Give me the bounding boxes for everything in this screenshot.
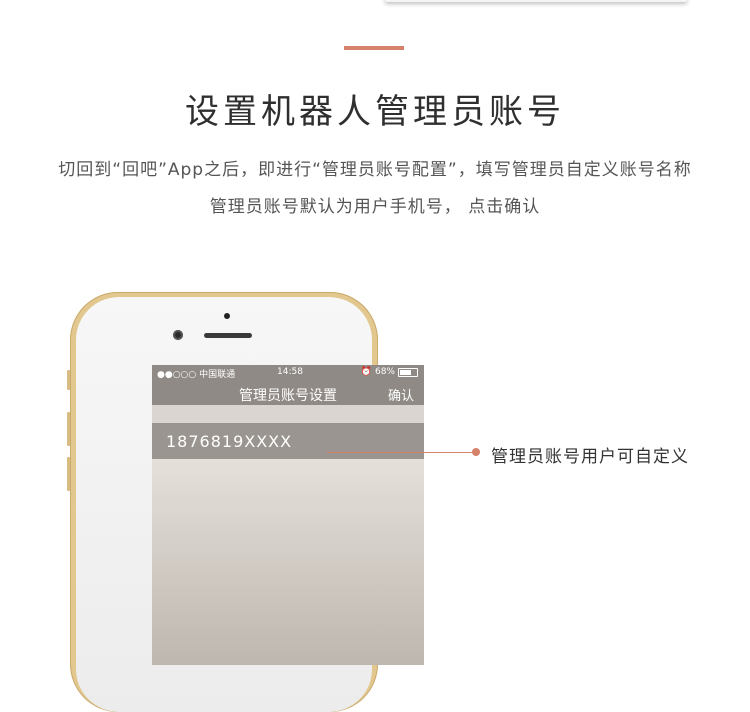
phone-mockup: ●●○○○ 中国联通 14:58 ⏰ 68% 管理员账号设置 确认 187681… — [67, 292, 424, 712]
front-camera-icon — [173, 330, 183, 340]
alarm-icon: ⏰ — [360, 367, 372, 377]
volume-up-button — [67, 412, 70, 446]
nav-title: 管理员账号设置 — [239, 388, 337, 404]
section-spacer — [152, 405, 424, 423]
description-line-2: 管理员账号默认为用户手机号， 点击确认 — [209, 197, 541, 217]
nav-bar: 管理员账号设置 确认 — [152, 381, 424, 405]
callout-dot — [472, 448, 480, 456]
phone-screen: ●●○○○ 中国联通 14:58 ⏰ 68% 管理员账号设置 确认 187681… — [152, 365, 424, 665]
page-title: 设置机器人管理员账号 — [185, 92, 565, 132]
battery-percent: 68% — [374, 367, 395, 377]
description-line-1: 切回到“回吧”App之后，即进行“管理员账号配置”，填写管理员自定义账号名称 — [58, 160, 692, 180]
proximity-sensor — [224, 313, 230, 319]
earpiece-speaker — [204, 333, 252, 338]
top-panel-edge — [385, 0, 687, 2]
confirm-button[interactable]: 确认 — [388, 385, 414, 404]
callout-label: 管理员账号用户可自定义 — [491, 447, 689, 467]
status-time: 14:58 — [277, 367, 303, 377]
accent-divider — [344, 46, 404, 50]
screen-background — [152, 459, 424, 665]
callout-line — [327, 452, 475, 453]
volume-down-button — [67, 457, 70, 491]
carrier-label: ●●○○○ 中国联通 — [157, 370, 236, 380]
battery-icon — [398, 367, 418, 377]
account-input-value: 1876819XXXX — [166, 432, 293, 451]
status-right: ⏰ 68% — [361, 367, 418, 377]
account-input-field[interactable]: 1876819XXXX — [152, 423, 424, 459]
mute-switch — [67, 370, 70, 390]
status-bar: ●●○○○ 中国联通 14:58 ⏰ 68% — [152, 365, 424, 381]
